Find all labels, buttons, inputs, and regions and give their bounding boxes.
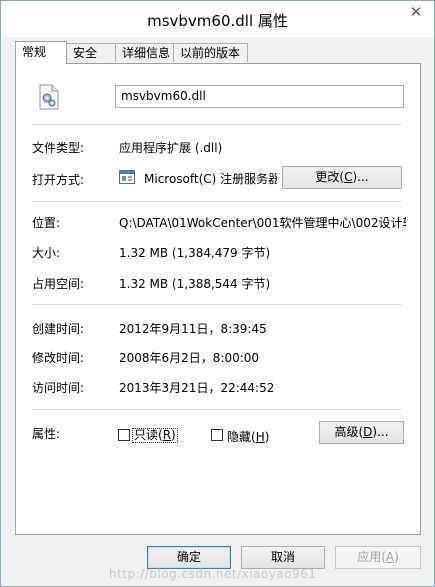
readonly-label: 只读(R): [132, 428, 178, 443]
close-icon: ✕: [409, 3, 423, 21]
file-type-label: 文件类型:: [32, 141, 85, 155]
size-on-disk-value: 1.32 MB (1,388,544 字节): [119, 277, 271, 291]
watermark: http://blog.csdn.net/xiaoyao961: [109, 567, 317, 581]
general-tab-panel: [15, 63, 421, 535]
separator: [32, 304, 402, 305]
close-button[interactable]: ✕: [401, 1, 431, 23]
advanced-button[interactable]: 高级(D)...: [319, 421, 404, 444]
modified-label: 修改时间:: [32, 351, 85, 365]
accessed-value: 2013年3月21日，22:44:52: [119, 381, 275, 395]
separator: [32, 201, 402, 202]
separator: [32, 409, 402, 410]
readonly-checkbox-box[interactable]: [118, 429, 130, 441]
size-on-disk-label: 占用空间:: [32, 277, 85, 291]
modified-value: 2008年6月2日，8:00:00: [119, 351, 260, 365]
file-type-value: 应用程序扩展 (.dll): [119, 141, 223, 155]
accessed-label: 访问时间:: [32, 381, 85, 395]
apply-button[interactable]: 应用(A): [335, 546, 421, 569]
ok-button[interactable]: 确定: [147, 546, 231, 569]
cancel-button[interactable]: 取消: [241, 546, 325, 569]
app-icon: [119, 169, 135, 185]
location-value: Q:\DATA\01WokCenter\001软件管理中心\002设计软件: [119, 216, 406, 230]
tab-general[interactable]: 常规: [15, 41, 67, 64]
separator: [32, 124, 402, 125]
created-label: 创建时间:: [32, 322, 85, 336]
dll-file-icon: [38, 84, 60, 110]
size-label: 大小:: [32, 246, 61, 260]
size-value: 1.32 MB (1,384,479 字节): [119, 246, 271, 260]
hidden-label: 隐藏(H): [227, 430, 270, 444]
hidden-checkbox-box[interactable]: [211, 429, 223, 441]
tab-security[interactable]: 安全: [66, 43, 116, 62]
tab-previous-versions[interactable]: 以前的版本: [173, 43, 248, 62]
filename-field[interactable]: msvbvm60.dll: [115, 85, 404, 108]
attributes-label: 属性:: [32, 427, 61, 441]
created-value: 2012年9月11日，8:39:45: [119, 322, 267, 336]
hidden-checkbox[interactable]: 隐藏(H): [211, 428, 271, 444]
open-with-value: Microsoft(C) 注册服务器: [144, 172, 277, 186]
properties-window: msvbvm60.dll 属性 ✕ 常规 安全 详细信息 以前的版本 msvbv…: [0, 0, 435, 587]
title-bar[interactable]: msvbvm60.dll 属性 ✕: [1, 1, 434, 37]
change-button[interactable]: 更改(C)...: [282, 166, 402, 189]
location-label: 位置:: [32, 216, 61, 230]
window-title: msvbvm60.dll 属性: [147, 12, 288, 30]
open-with-label: 打开方式:: [32, 173, 85, 187]
readonly-checkbox[interactable]: 只读(R): [118, 428, 178, 444]
tab-details[interactable]: 详细信息: [115, 43, 174, 62]
